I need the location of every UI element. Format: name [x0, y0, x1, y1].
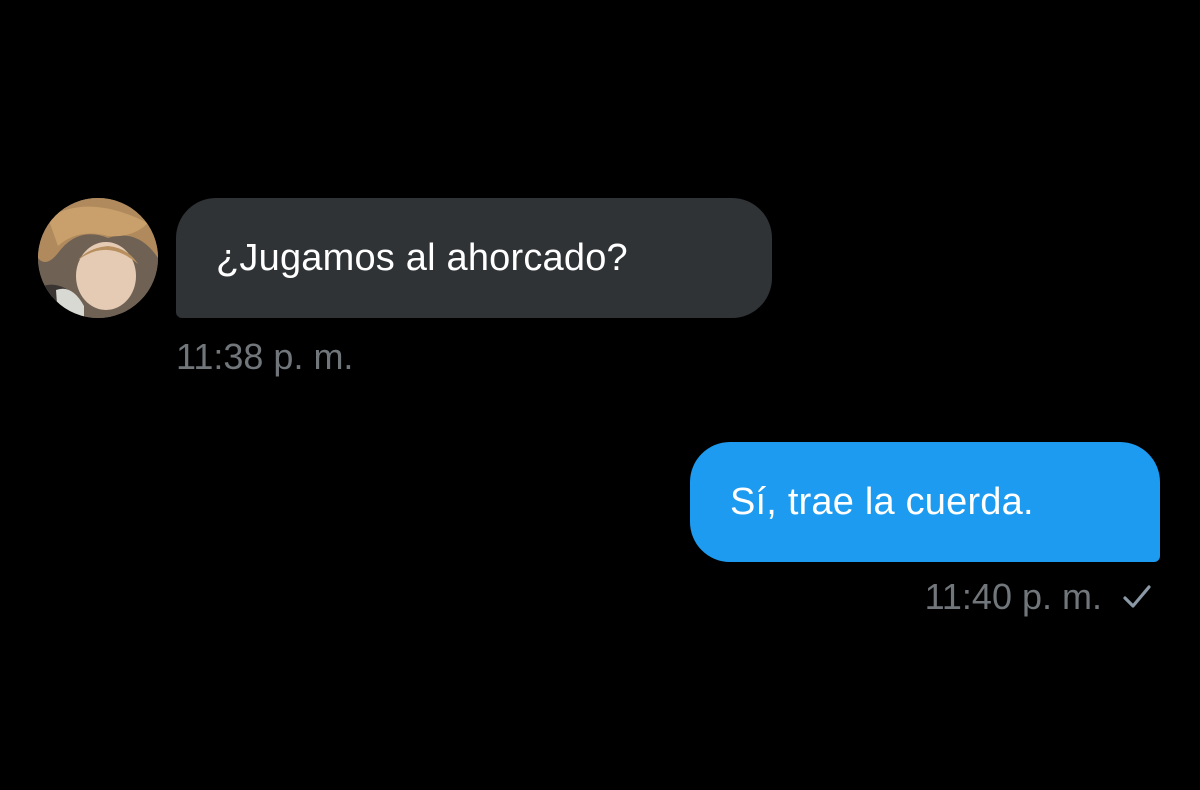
incoming-message-text: ¿Jugamos al ahorcado?: [216, 236, 628, 279]
outgoing-bubble[interactable]: Sí, trae la cuerda.: [690, 442, 1160, 562]
outgoing-timestamp: 11:40 p. m.: [924, 576, 1102, 617]
incoming-message: ¿Jugamos al ahorcado? 11:38 p. m.: [38, 198, 798, 388]
incoming-bubble[interactable]: ¿Jugamos al ahorcado?: [176, 198, 772, 318]
check-icon: [1123, 585, 1151, 608]
outgoing-meta: 11:40 p. m.: [925, 576, 1152, 618]
incoming-timestamp: 11:38 p. m.: [176, 336, 354, 377]
outgoing-message-text: Sí, trae la cuerda.: [730, 480, 1034, 523]
avatar[interactable]: [38, 198, 158, 318]
chat-thread: ¿Jugamos al ahorcado? 11:38 p. m. Sí, tr…: [0, 0, 1200, 790]
outgoing-message: Sí, trae la cuerda. 11:40 p. m.: [690, 442, 1162, 632]
